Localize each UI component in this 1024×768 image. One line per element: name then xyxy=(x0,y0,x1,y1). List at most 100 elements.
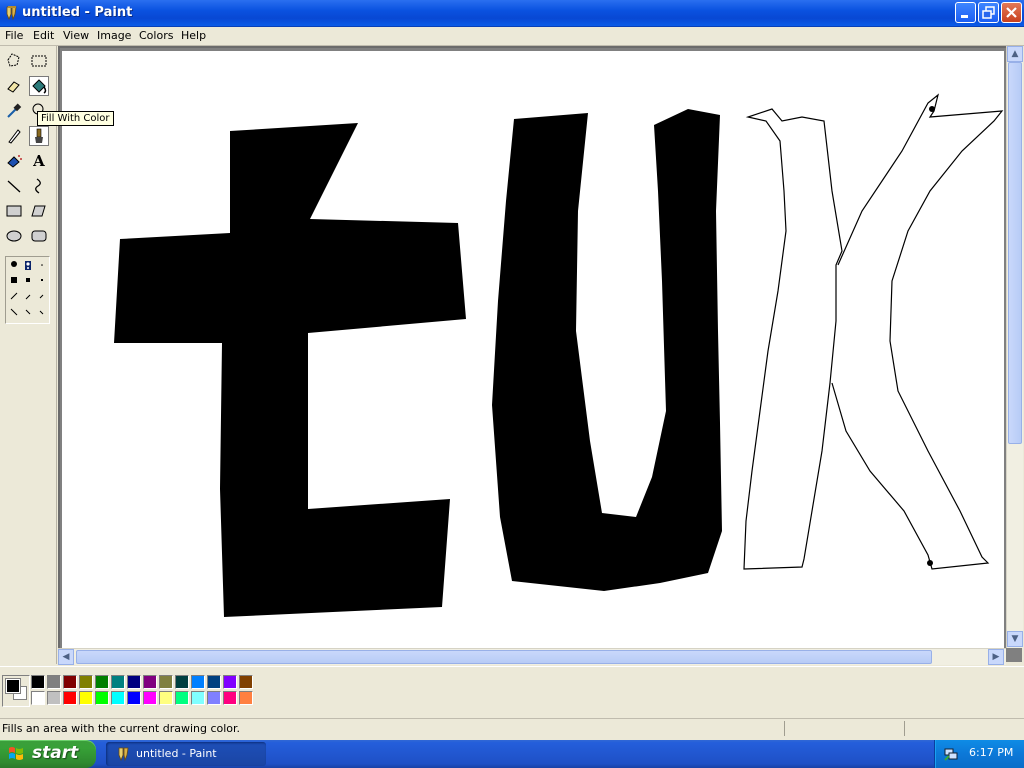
color-swatch[interactable] xyxy=(207,691,221,705)
curve-tool[interactable] xyxy=(29,176,49,196)
color-swatch[interactable] xyxy=(95,675,109,689)
brush-icon xyxy=(35,128,43,143)
scroll-down-icon[interactable]: ▼ xyxy=(1007,631,1023,647)
color-swatch[interactable] xyxy=(143,691,157,705)
eraser-tool[interactable] xyxy=(4,76,24,96)
drawing-letter-u xyxy=(492,109,722,591)
ellipse-icon xyxy=(6,230,22,242)
color-swatch[interactable] xyxy=(79,691,93,705)
color-swatch[interactable] xyxy=(111,675,125,689)
color-swatch[interactable] xyxy=(159,691,173,705)
line-tool[interactable] xyxy=(4,176,24,196)
pencil-tool[interactable] xyxy=(4,126,24,146)
curve-icon xyxy=(35,178,41,194)
color-swatch[interactable] xyxy=(47,675,61,689)
pick-color-tool[interactable] xyxy=(4,101,24,121)
color-swatch[interactable] xyxy=(239,675,253,689)
color-swatch[interactable] xyxy=(95,691,109,705)
select-tool[interactable] xyxy=(29,51,49,71)
foreground-color-swatch xyxy=(5,678,21,694)
scroll-left-icon[interactable]: ◀ xyxy=(58,649,74,665)
taskbar-item-label: untitled - Paint xyxy=(136,747,217,760)
fill-with-color-tool[interactable] xyxy=(29,76,49,96)
color-swatch[interactable] xyxy=(175,675,189,689)
start-label: start xyxy=(32,743,79,763)
taskbar: start untitled - Paint 6:17 PM xyxy=(0,740,1024,768)
scroll-up-icon[interactable]: ▲ xyxy=(1007,46,1023,62)
color-swatch[interactable] xyxy=(207,675,221,689)
pick-color-icon xyxy=(7,103,22,118)
window-title: untitled - Paint xyxy=(22,5,133,20)
tool-options-box[interactable] xyxy=(5,256,50,324)
taskbar-item-paint[interactable]: untitled - Paint xyxy=(106,742,266,766)
paint-app-icon xyxy=(118,747,129,762)
color-swatch[interactable] xyxy=(127,691,141,705)
menu-bar: File Edit View Image Colors Help xyxy=(0,27,1024,46)
rectangle-tool[interactable] xyxy=(4,201,24,221)
color-swatch[interactable] xyxy=(223,675,237,689)
free-form-select-icon xyxy=(7,53,20,67)
color-swatch[interactable] xyxy=(159,675,173,689)
scroll-right-icon[interactable]: ▶ xyxy=(988,649,1004,665)
color-palette xyxy=(0,666,1024,713)
select-icon xyxy=(31,55,47,67)
rounded-rectangle-tool[interactable] xyxy=(29,226,49,246)
color-swatch[interactable] xyxy=(31,691,45,705)
clock[interactable]: 6:17 PM xyxy=(969,746,1013,759)
eraser-icon xyxy=(7,81,20,93)
drawing-letter-k xyxy=(743,93,1004,570)
menu-view[interactable]: View xyxy=(60,28,92,43)
menu-image[interactable]: Image xyxy=(94,28,134,43)
menu-file[interactable]: File xyxy=(2,28,26,43)
horizontal-scroll-thumb[interactable] xyxy=(76,650,932,664)
vertical-scroll-thumb[interactable] xyxy=(1008,62,1022,444)
pencil-icon xyxy=(8,129,21,144)
color-swatch[interactable] xyxy=(191,691,205,705)
restore-icon xyxy=(982,6,995,19)
text-tool[interactable]: A xyxy=(29,151,49,171)
color-swatch[interactable] xyxy=(143,675,157,689)
color-swatch[interactable] xyxy=(239,691,253,705)
airbrush-tool[interactable] xyxy=(4,151,24,171)
menu-help[interactable]: Help xyxy=(178,28,209,43)
drawing-canvas[interactable] xyxy=(62,51,1004,648)
color-swatch[interactable] xyxy=(47,691,61,705)
network-icon[interactable] xyxy=(943,746,959,762)
color-swatch[interactable] xyxy=(191,675,205,689)
drawing-letter-t xyxy=(114,123,466,617)
menu-edit[interactable]: Edit xyxy=(30,28,57,43)
status-text: Fills an area with the current drawing c… xyxy=(2,722,241,735)
drawing xyxy=(114,93,1004,617)
status-panel-size xyxy=(904,721,905,736)
rectangle-icon xyxy=(6,205,22,217)
minimize-button[interactable] xyxy=(955,2,976,23)
color-swatch[interactable] xyxy=(223,691,237,705)
horizontal-scrollbar[interactable]: ◀ ▶ xyxy=(58,648,1006,665)
close-button[interactable] xyxy=(1001,2,1022,23)
free-form-select-tool[interactable] xyxy=(4,51,24,71)
line-icon xyxy=(7,180,21,193)
color-swatch[interactable] xyxy=(31,675,45,689)
polygon-icon xyxy=(31,205,46,217)
color-swatch[interactable] xyxy=(63,691,77,705)
vertical-scrollbar[interactable]: ▲ ▼ xyxy=(1006,46,1023,648)
current-colors[interactable] xyxy=(2,675,30,707)
brush-tool[interactable] xyxy=(29,126,49,146)
color-swatch[interactable] xyxy=(79,675,93,689)
color-swatch[interactable] xyxy=(127,675,141,689)
minimize-icon xyxy=(961,15,968,18)
ellipse-tool[interactable] xyxy=(4,226,24,246)
brush-shape-options-icon xyxy=(10,261,44,316)
color-swatch[interactable] xyxy=(175,691,189,705)
color-swatch[interactable] xyxy=(63,675,77,689)
paint-app-icon xyxy=(6,6,17,21)
restore-button[interactable] xyxy=(978,2,999,23)
system-tray: 6:17 PM xyxy=(934,740,1024,768)
menu-colors[interactable]: Colors xyxy=(136,28,176,43)
color-swatch[interactable] xyxy=(111,691,125,705)
start-button[interactable]: start xyxy=(0,740,96,768)
status-panel-coords xyxy=(784,721,785,736)
airbrush-icon xyxy=(7,155,22,168)
polygon-tool[interactable] xyxy=(29,201,49,221)
status-bar: Fills an area with the current drawing c… xyxy=(0,718,1024,739)
